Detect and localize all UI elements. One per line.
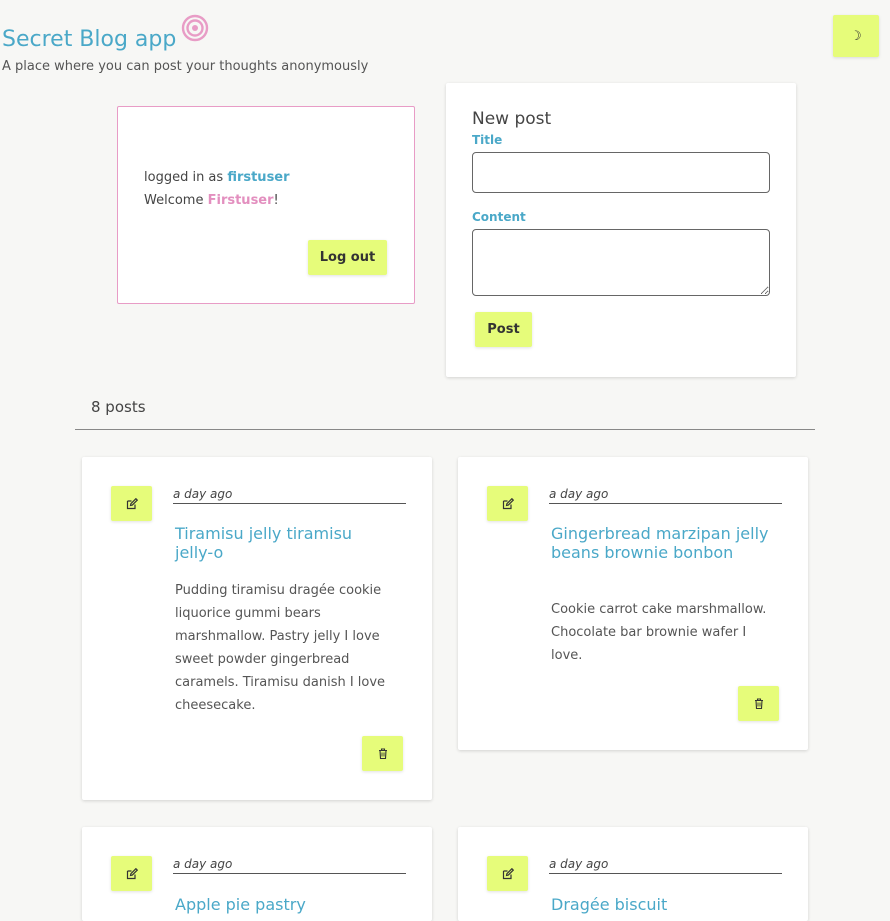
post-time: a day ago xyxy=(173,857,406,874)
delete-post-button[interactable] xyxy=(738,686,779,721)
edit-icon xyxy=(502,497,514,509)
edit-icon xyxy=(502,867,514,879)
logged-in-prefix: logged in as xyxy=(144,170,228,185)
post-card: a day ago Gingerbread marzipan jelly bea… xyxy=(458,457,808,750)
post-title: Gingerbread marzipan jelly beans brownie… xyxy=(551,524,769,562)
content-label: Content xyxy=(472,210,526,224)
post-card: a day ago Apple pie pastry xyxy=(82,827,432,921)
edit-post-button[interactable] xyxy=(111,486,152,521)
logged-in-status: logged in as firstuser xyxy=(144,170,290,185)
post-content: Cookie carrot cake marshmallow. Chocolat… xyxy=(551,602,767,663)
theme-toggle-button[interactable]: ☽ xyxy=(833,15,879,57)
swirl-icon xyxy=(181,14,209,42)
title-input[interactable] xyxy=(472,152,770,193)
post-title: Apple pie pastry xyxy=(175,895,306,914)
welcome-message: Welcome Firstuser! xyxy=(144,193,279,208)
post-card: a day ago Tiramisu jelly tiramisu jelly-… xyxy=(82,457,432,800)
content-textarea[interactable] xyxy=(472,229,770,296)
post-card: a day ago Dragée biscuit xyxy=(458,827,808,921)
delete-post-button[interactable] xyxy=(362,736,403,771)
post-button[interactable]: Post xyxy=(475,312,532,347)
user-panel: logged in as firstuser Welcome Firstuser… xyxy=(117,106,415,304)
welcome-suffix: ! xyxy=(273,193,279,208)
post-content: Pudding tiramisu dragée cookie liquorice… xyxy=(175,583,386,713)
new-post-form: New post Title Content Post xyxy=(446,83,796,377)
moon-icon: ☽ xyxy=(850,28,862,44)
post-count: 8 posts xyxy=(91,398,146,416)
edit-post-button[interactable] xyxy=(487,856,528,891)
new-post-heading: New post xyxy=(472,109,552,129)
divider xyxy=(75,429,815,430)
trash-icon xyxy=(378,748,387,759)
post-time: a day ago xyxy=(549,487,782,504)
post-time: a day ago xyxy=(549,857,782,874)
trash-icon xyxy=(754,698,763,709)
post-title: Tiramisu jelly tiramisu jelly-o xyxy=(175,524,353,562)
app-title: Secret Blog app xyxy=(2,27,177,52)
edit-post-button[interactable] xyxy=(111,856,152,891)
title-label: Title xyxy=(472,133,503,147)
edit-post-button[interactable] xyxy=(487,486,528,521)
logout-button[interactable]: Log out xyxy=(308,240,387,275)
edit-icon xyxy=(126,867,138,879)
display-name: Firstuser xyxy=(207,193,274,208)
post-title: Dragée biscuit xyxy=(551,895,668,914)
welcome-prefix: Welcome xyxy=(144,193,208,208)
username: firstuser xyxy=(227,170,290,185)
post-time: a day ago xyxy=(173,487,406,504)
edit-icon xyxy=(126,497,138,509)
app-tagline: A place where you can post your thoughts… xyxy=(2,59,369,74)
